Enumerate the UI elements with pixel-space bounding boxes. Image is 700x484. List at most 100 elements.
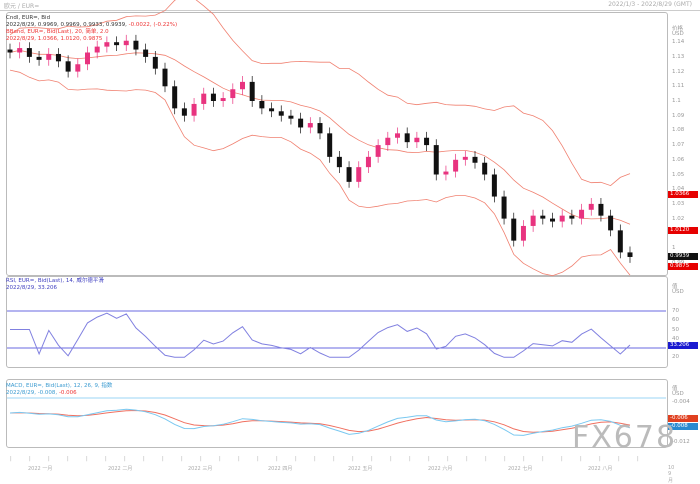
tick-label: 1.13 <box>672 53 685 60</box>
day-tick: | <box>67 456 69 462</box>
rsi-legend-value: 2022/8/29, 33.206 <box>6 285 57 291</box>
candle-body <box>85 52 90 65</box>
candle-body <box>201 93 207 104</box>
tick-label: 1.02 <box>672 215 685 222</box>
day-tick: | <box>352 456 354 462</box>
candle-body <box>143 49 149 57</box>
day-tick: | <box>295 456 297 462</box>
candle-body <box>443 171 449 175</box>
candle-body <box>7 49 13 53</box>
candle-body <box>404 133 410 143</box>
candle-body <box>617 230 623 253</box>
candle-body <box>482 162 488 175</box>
day-tick: | <box>428 456 430 462</box>
candle-body <box>375 145 381 157</box>
candle-body <box>501 196 507 219</box>
candle-body <box>453 159 459 172</box>
day-tick: | <box>29 456 31 462</box>
day-tick: | <box>219 456 221 462</box>
candle-body <box>259 101 265 109</box>
tick-label: 1.14 <box>672 39 685 46</box>
candle-body <box>346 167 352 182</box>
candle-body <box>395 133 400 138</box>
macd-legend-title: MACD, EUR=, Bid(Last), 12, 26, 9, 指数 <box>6 383 113 389</box>
day-tick: | <box>105 456 107 462</box>
time-axis[interactable]: 2022 一月 2022 二月 2022 三月 2022 四月 2022 五月 2022 … <box>6 454 674 484</box>
tick-label: 1.11 <box>672 83 685 90</box>
candle-body <box>540 215 546 219</box>
bband-legend-title: BBand, EUR=, Bid(Last), 20, 简单, 2.0 <box>6 29 109 35</box>
month-label: 2022 一月 <box>28 466 53 472</box>
tick-label: 70 <box>672 308 679 314</box>
axis-unit: USD <box>672 391 684 397</box>
tick-label: 1.08 <box>672 127 685 134</box>
candle-body <box>627 252 633 257</box>
tick-label: 1.07 <box>672 142 685 149</box>
candle-body <box>65 61 71 72</box>
candle-body <box>598 203 604 216</box>
rsi-axis[interactable]: 值 USD 706050403020 33.206 <box>668 276 700 366</box>
candle-body <box>569 215 575 219</box>
bband-lower <box>9 69 631 277</box>
candle-body <box>365 156 371 168</box>
day-tick: | <box>466 456 468 462</box>
day-tick: | <box>599 456 601 462</box>
month-label: 2022 五月 <box>348 466 373 472</box>
candle-body <box>75 64 81 72</box>
day-tick: | <box>523 456 525 462</box>
candle-body <box>317 123 323 134</box>
tick-label: 1.1 <box>672 98 681 104</box>
day-tick: | <box>390 456 392 462</box>
day-tick: | <box>181 456 183 462</box>
tick-label: 20 <box>672 354 679 361</box>
candle-legend-change: -0.0022, (-0.22%) <box>128 22 178 28</box>
axis-unit: USD <box>672 31 684 37</box>
tick-label: -0.004 <box>672 399 690 405</box>
candle-body <box>472 156 478 163</box>
day-tick: | <box>314 456 316 462</box>
chart-canvas <box>7 0 666 436</box>
day-tick: | <box>580 456 582 462</box>
tick-label: 40 <box>672 335 679 342</box>
price-axis[interactable]: 价格 USD 1.14 1.13 1.12 1.11 1.1 1.09 1.08 1.07 1.… <box>668 12 700 274</box>
candle-body <box>433 145 439 175</box>
tick-label: 60 <box>672 317 679 324</box>
tick-label: 1.03 <box>672 200 685 207</box>
candle-body <box>288 115 294 119</box>
day-tick: | <box>162 456 164 462</box>
tick-label: 1.09 <box>672 112 685 119</box>
price-tag-black: 0.9939 <box>668 253 698 261</box>
macd-legend: MACD, EUR=, Bid(Last), 12, 26, 9, 指数 202… <box>6 383 112 397</box>
candle-body <box>608 215 614 231</box>
candle-body <box>491 174 497 197</box>
rsi-value-tag: 33.206 <box>668 342 698 349</box>
tick-label: 1 <box>672 245 676 251</box>
candle-body <box>162 68 168 87</box>
rsi-line <box>10 312 631 358</box>
rsi-legend: RSI, EUR=, Bid(Last), 14, 威尔德平滑 2022/8/2… <box>6 278 104 292</box>
day-tick: | <box>618 456 620 462</box>
tick-label: 1.05 <box>672 171 685 178</box>
bband-legend-values: 2022/8/29, 1.0366, 1.0120, 0.9875 <box>6 36 103 42</box>
macd-legend-value: 2022/8/29, -0.008, <box>6 390 58 396</box>
candle-body <box>249 81 255 101</box>
price-tag-red: 0.9875 <box>668 262 698 270</box>
candle-body <box>240 81 245 90</box>
price-tag-red: 1.0120 <box>668 226 698 234</box>
candle-body <box>530 215 536 226</box>
candle-body <box>414 137 420 143</box>
watermark-logo: FX678 <box>572 420 678 455</box>
candle-body <box>579 209 585 219</box>
candle-body <box>588 203 594 210</box>
day-tick: | <box>409 456 411 462</box>
macd-legend-signal: -0.006 <box>58 390 77 396</box>
month-label: 2022 七月 <box>508 466 533 472</box>
candle-body <box>220 98 226 101</box>
day-tick: | <box>485 456 487 462</box>
candle-body <box>94 46 100 53</box>
rsi-legend-title: RSI, EUR=, Bid(Last), 14, 威尔德平滑 <box>6 278 104 284</box>
candle-body <box>36 56 42 60</box>
day-tick: | <box>86 456 88 462</box>
candle-body <box>17 48 23 53</box>
candle-body <box>181 108 187 116</box>
